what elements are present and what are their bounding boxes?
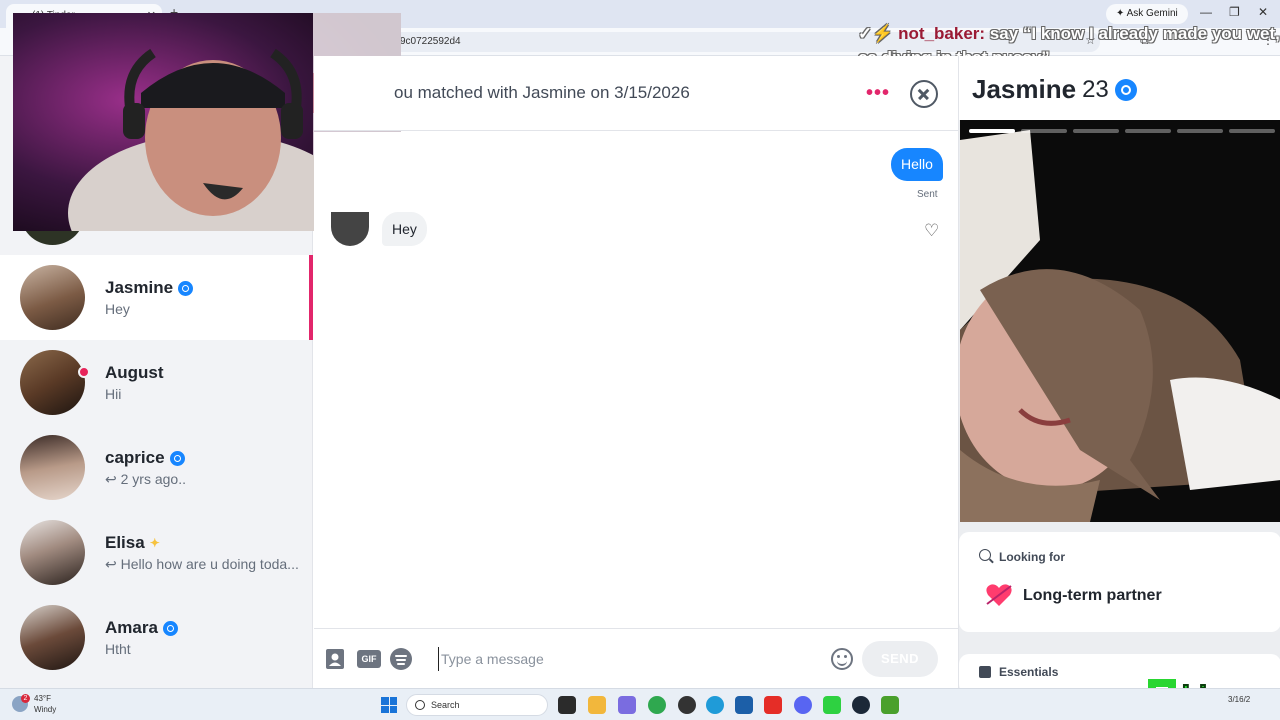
looking-for-card: Looking for Long-term partner [959,532,1280,632]
ask-gemini-button[interactable]: ✦ Ask Gemini [1106,4,1188,24]
avatar [20,265,85,330]
edge-icon[interactable] [706,696,724,714]
photo-indicator[interactable] [1229,129,1275,133]
list-item-elisa[interactable]: Elisa ✦ ↩ Hello how are u doing toda... [0,510,313,595]
profile-title: Jasmine 23 [972,74,1137,105]
verified-icon [169,450,185,466]
match-name: Amara [105,618,178,638]
verified-icon [162,620,178,636]
file-explorer-icon[interactable] [588,696,606,714]
photo-indicator[interactable] [1021,129,1067,133]
reply-arrow-icon: ↩ [105,556,121,572]
message-preview: Hii [105,386,122,402]
chat-header: ou matched with Jasmine on 3/15/2026 ••• [314,56,958,131]
reply-arrow-icon: ↩ [105,471,121,487]
store-icon[interactable] [735,696,753,714]
list-item-amara[interactable]: Amara Htht [0,595,313,680]
profile-age: 23 [1082,75,1109,103]
message-composer: GIF SEND [314,628,958,688]
copilot-icon[interactable] [618,696,636,714]
message-preview: ↩ Hello how are u doing toda... [105,556,299,572]
task-view-icon[interactable] [558,696,576,714]
profile-panel: Jasmine 23 Looking for Long-term partner… [958,56,1280,694]
heart-arrow-icon [986,584,1012,606]
profile-name: Jasmine [972,74,1077,104]
profile-photo-image [960,120,1280,522]
match-name: Elisa ✦ [105,533,160,552]
windows-taskbar: 2 43°F Windy Search 3/16/2 [0,688,1280,720]
weather-widget[interactable]: 2 43°F Windy [12,693,56,715]
discord-icon[interactable] [794,696,812,714]
message-preview: ↩ 2 yrs ago.. [105,471,186,487]
avatar [331,212,369,246]
obs-icon[interactable] [678,696,696,714]
sent-message-bubble: Hello [891,148,943,181]
minimize-icon[interactable]: — [1200,5,1212,19]
avatar [20,435,85,500]
emoji-icon[interactable] [831,648,853,670]
more-options-icon[interactable]: ••• [866,82,890,105]
kick-icon[interactable] [823,696,841,714]
message-preview: Hey [105,301,130,317]
photo-indicator[interactable] [1177,129,1223,133]
match-name: August [105,363,164,382]
like-heart-icon[interactable]: ♡ [924,221,939,241]
gemini-sparkle-icon: ✦ [1116,8,1127,19]
windows-start-icon[interactable] [381,697,397,713]
photo-indicator[interactable] [969,129,1015,133]
contact-card-icon[interactable] [325,648,345,670]
list-item-august[interactable]: August Hii [0,340,313,425]
minecraft-icon[interactable] [881,696,899,714]
verified-icon [178,280,194,296]
youtube-icon[interactable] [764,696,782,714]
chat-messages: Hello Sent Hey ♡ [314,132,958,628]
chat-username: not_baker: [898,24,986,43]
profile-photo[interactable] [960,120,1280,522]
maximize-icon[interactable]: ❐ [1229,5,1240,19]
close-chat-button[interactable] [910,80,938,108]
stream-chat-badges: ✓⚡ [858,24,899,43]
chrome-icon[interactable] [648,696,666,714]
list-item-caprice[interactable]: caprice ↩ 2 yrs ago.. [0,425,313,510]
looking-for-label: Looking for [999,550,1065,564]
message-input[interactable] [438,647,818,671]
avatar [20,520,85,585]
photo-indicator[interactable] [1073,129,1119,133]
essentials-icon [979,666,991,678]
search-icon [979,549,991,561]
profile-header: Jasmine 23 [959,56,1280,120]
avatar [20,350,85,415]
avatar [20,605,85,670]
clock-date: 3/16/2 [1228,695,1251,704]
taskbar-search[interactable]: Search [406,694,548,716]
essentials-label: Essentials [999,665,1059,679]
photo-indicator[interactable] [1125,129,1171,133]
steam-icon[interactable] [852,696,870,714]
taskbar-clock[interactable]: 3/16/2 [1228,694,1250,705]
message-status: Sent [917,189,938,200]
spotify-icon[interactable] [390,648,412,670]
list-item-jasmine[interactable]: Jasmine Hey [0,255,313,340]
match-name: Jasmine [105,278,194,298]
photo-progress-bars [969,129,1275,133]
match-name: caprice [105,448,185,468]
looking-for-value: Long-term partner [1023,587,1162,604]
window-close-icon[interactable]: ✕ [1258,5,1268,19]
sparkle-icon: ✦ [149,536,160,550]
photo-verified-icon [1114,78,1137,101]
send-button[interactable]: SEND [862,641,938,677]
received-message-bubble: Hey [382,212,427,246]
message-preview: Htht [105,641,131,657]
notification-badge: 2 [21,694,30,703]
match-date-text: ou matched with Jasmine on 3/15/2026 [394,83,690,102]
gif-icon[interactable]: GIF [357,650,381,668]
online-indicator [78,366,90,378]
